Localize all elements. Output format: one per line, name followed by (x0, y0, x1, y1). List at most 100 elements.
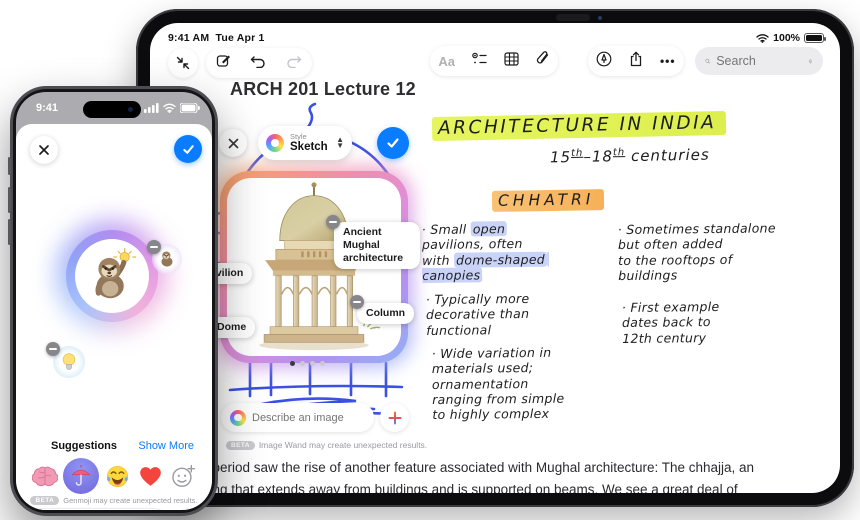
handwritten-subheading: 15th–18th centuries (549, 145, 710, 167)
brain-icon (32, 466, 58, 487)
genmoji-close-button[interactable] (30, 136, 58, 164)
note-title: ARCH 201 Lecture 12 (230, 79, 416, 99)
genmoji-preview-ring (66, 230, 158, 322)
table-button[interactable] (504, 51, 519, 71)
handwritten-heading: ARCHITECTURE IN INDIA (431, 110, 727, 142)
wifi-icon (756, 34, 769, 43)
battery-icon (804, 33, 826, 43)
ipad-date: Tue Apr 1 (215, 32, 265, 44)
battery-icon (180, 103, 200, 113)
note-bullet-4: · Sometimes standalone but often added t… (617, 220, 776, 283)
volume-down-button (8, 219, 11, 245)
image-wand-beta-disclaimer: BETA Image Wand may create unexpected re… (226, 440, 427, 450)
genmoji-accept-button[interactable] (174, 135, 202, 163)
dynamic-island (83, 101, 141, 118)
dictation-mic-icon[interactable] (808, 55, 813, 68)
apple-intelligence-icon (230, 409, 246, 426)
plus-icon (388, 411, 401, 424)
apple-intelligence-icon (266, 134, 284, 152)
typed-paragraph: s period saw the rise of another feature… (202, 457, 822, 493)
image-pager-dots[interactable] (290, 361, 325, 366)
image-wand-prompt-field[interactable] (221, 403, 374, 432)
genmoji-sheet: Suggestions Show More BETA Genmoji may c… (16, 124, 212, 510)
close-icon (39, 145, 49, 155)
remove-sloth-ingredient-button[interactable] (147, 240, 161, 254)
beta-disclaimer-text: Image Wand may create unexpected results… (258, 440, 428, 450)
heart-emoji-suggestion[interactable] (135, 461, 165, 491)
actions-group: ••• (588, 46, 684, 76)
checklist-button[interactable] (472, 52, 487, 71)
undo-button[interactable] (250, 54, 266, 73)
checkmark-icon (182, 144, 194, 154)
edit-history-group (206, 48, 312, 78)
beta-badge: BETA (226, 440, 255, 450)
heading-text: ARCHITECTURE IN INDIA (431, 110, 727, 142)
style-label: Style (290, 131, 307, 141)
ipad-status-right: 100% (756, 32, 826, 44)
iphone-status-time: 9:41 (36, 102, 59, 114)
umbrella-icon (71, 465, 91, 486)
tag-ancient-mughal[interactable]: Ancient Mughal architecture (334, 222, 420, 270)
action-button (8, 157, 11, 175)
image-wand-accept-button[interactable] (377, 127, 409, 159)
lightbulb-icon (62, 353, 76, 370)
describe-image-input[interactable] (252, 411, 362, 424)
ipad-screen: 9:41 AM Tue Apr 1 100% Aa ••• Search ARC… (150, 23, 840, 493)
ipad-device: 9:41 AM Tue Apr 1 100% Aa ••• Search ARC… (136, 9, 854, 507)
genmoji-beta-disclaimer: BETA Genmoji may create unexpected resul… (16, 496, 212, 505)
umbrella-emoji-suggestion-selected[interactable] (63, 458, 99, 494)
redo-button[interactable] (286, 54, 302, 73)
remove-tag-main-button[interactable] (326, 215, 340, 229)
tag-column[interactable]: Column (357, 303, 415, 325)
volume-up-button (8, 187, 11, 213)
compose-button[interactable] (216, 53, 231, 73)
search-bar[interactable] (695, 47, 823, 75)
red-heart-icon (139, 466, 161, 486)
search-icon (705, 58, 711, 64)
collapse-toolbar-button[interactable] (168, 48, 198, 78)
suggestions-label: Suggestions (51, 440, 118, 452)
text-format-button[interactable]: Aa (438, 54, 455, 69)
attachment-button[interactable] (536, 51, 550, 71)
section-text: CHHATRI (491, 189, 605, 212)
format-tools-group: Aa (430, 46, 558, 76)
iphone-device: 9:41 Suggestions Show More BETA Genmoji … (8, 86, 218, 516)
chevron-up-down-icon[interactable]: ▲ ▼ (336, 135, 344, 149)
checkmark-icon (387, 138, 399, 148)
beta-badge: BETA (30, 496, 60, 505)
laughing-face-icon (106, 465, 128, 487)
new-genmoji-suggestion[interactable] (168, 461, 198, 491)
paragraph-line-2: ning that extends away from buildings an… (202, 481, 738, 493)
front-camera (128, 107, 133, 112)
ipad-camera (556, 14, 590, 21)
collapse-arrows-icon (176, 56, 190, 70)
suggestion-emoji-row (30, 458, 198, 494)
sloth-lightbulb-genmoji (95, 248, 137, 299)
note-bullet-3: · Wide variation in materials used; orna… (431, 344, 565, 423)
style-selector[interactable]: Style Sketch ▲ ▼ (258, 126, 352, 160)
wifi-icon (163, 103, 176, 113)
note-bullet-2: · Typically more decorative than functio… (425, 290, 530, 338)
ipad-camera-dot (598, 16, 602, 20)
remove-lightbulb-ingredient-button[interactable] (46, 342, 60, 356)
more-options-button[interactable]: ••• (660, 54, 676, 68)
share-button[interactable] (629, 51, 643, 72)
ipad-status-time: 9:41 AM Tue Apr 1 (168, 32, 265, 44)
brain-emoji-suggestion[interactable] (30, 461, 60, 491)
markup-pen-button[interactable] (596, 51, 612, 72)
person-genmoji-button[interactable] (174, 508, 202, 510)
smiley-plus-icon (171, 464, 195, 487)
paragraph-line-1: s period saw the rise of another feature… (202, 460, 755, 475)
image-wand-close-button[interactable] (219, 129, 247, 157)
show-more-link[interactable]: Show More (138, 440, 194, 452)
battery-percent: 100% (773, 32, 800, 44)
add-image-button[interactable] (380, 403, 409, 432)
genmoji-preview (75, 239, 149, 313)
remove-tag-column-button[interactable] (350, 295, 364, 309)
genmoji-prompt-field[interactable] (28, 508, 168, 510)
cellular-signal-icon (144, 103, 159, 113)
iphone-screen: 9:41 Suggestions Show More BETA Genmoji … (16, 92, 212, 510)
search-input[interactable] (716, 54, 803, 68)
laughing-emoji-suggestion[interactable] (102, 461, 132, 491)
ipad-time: 9:41 AM (168, 32, 210, 44)
